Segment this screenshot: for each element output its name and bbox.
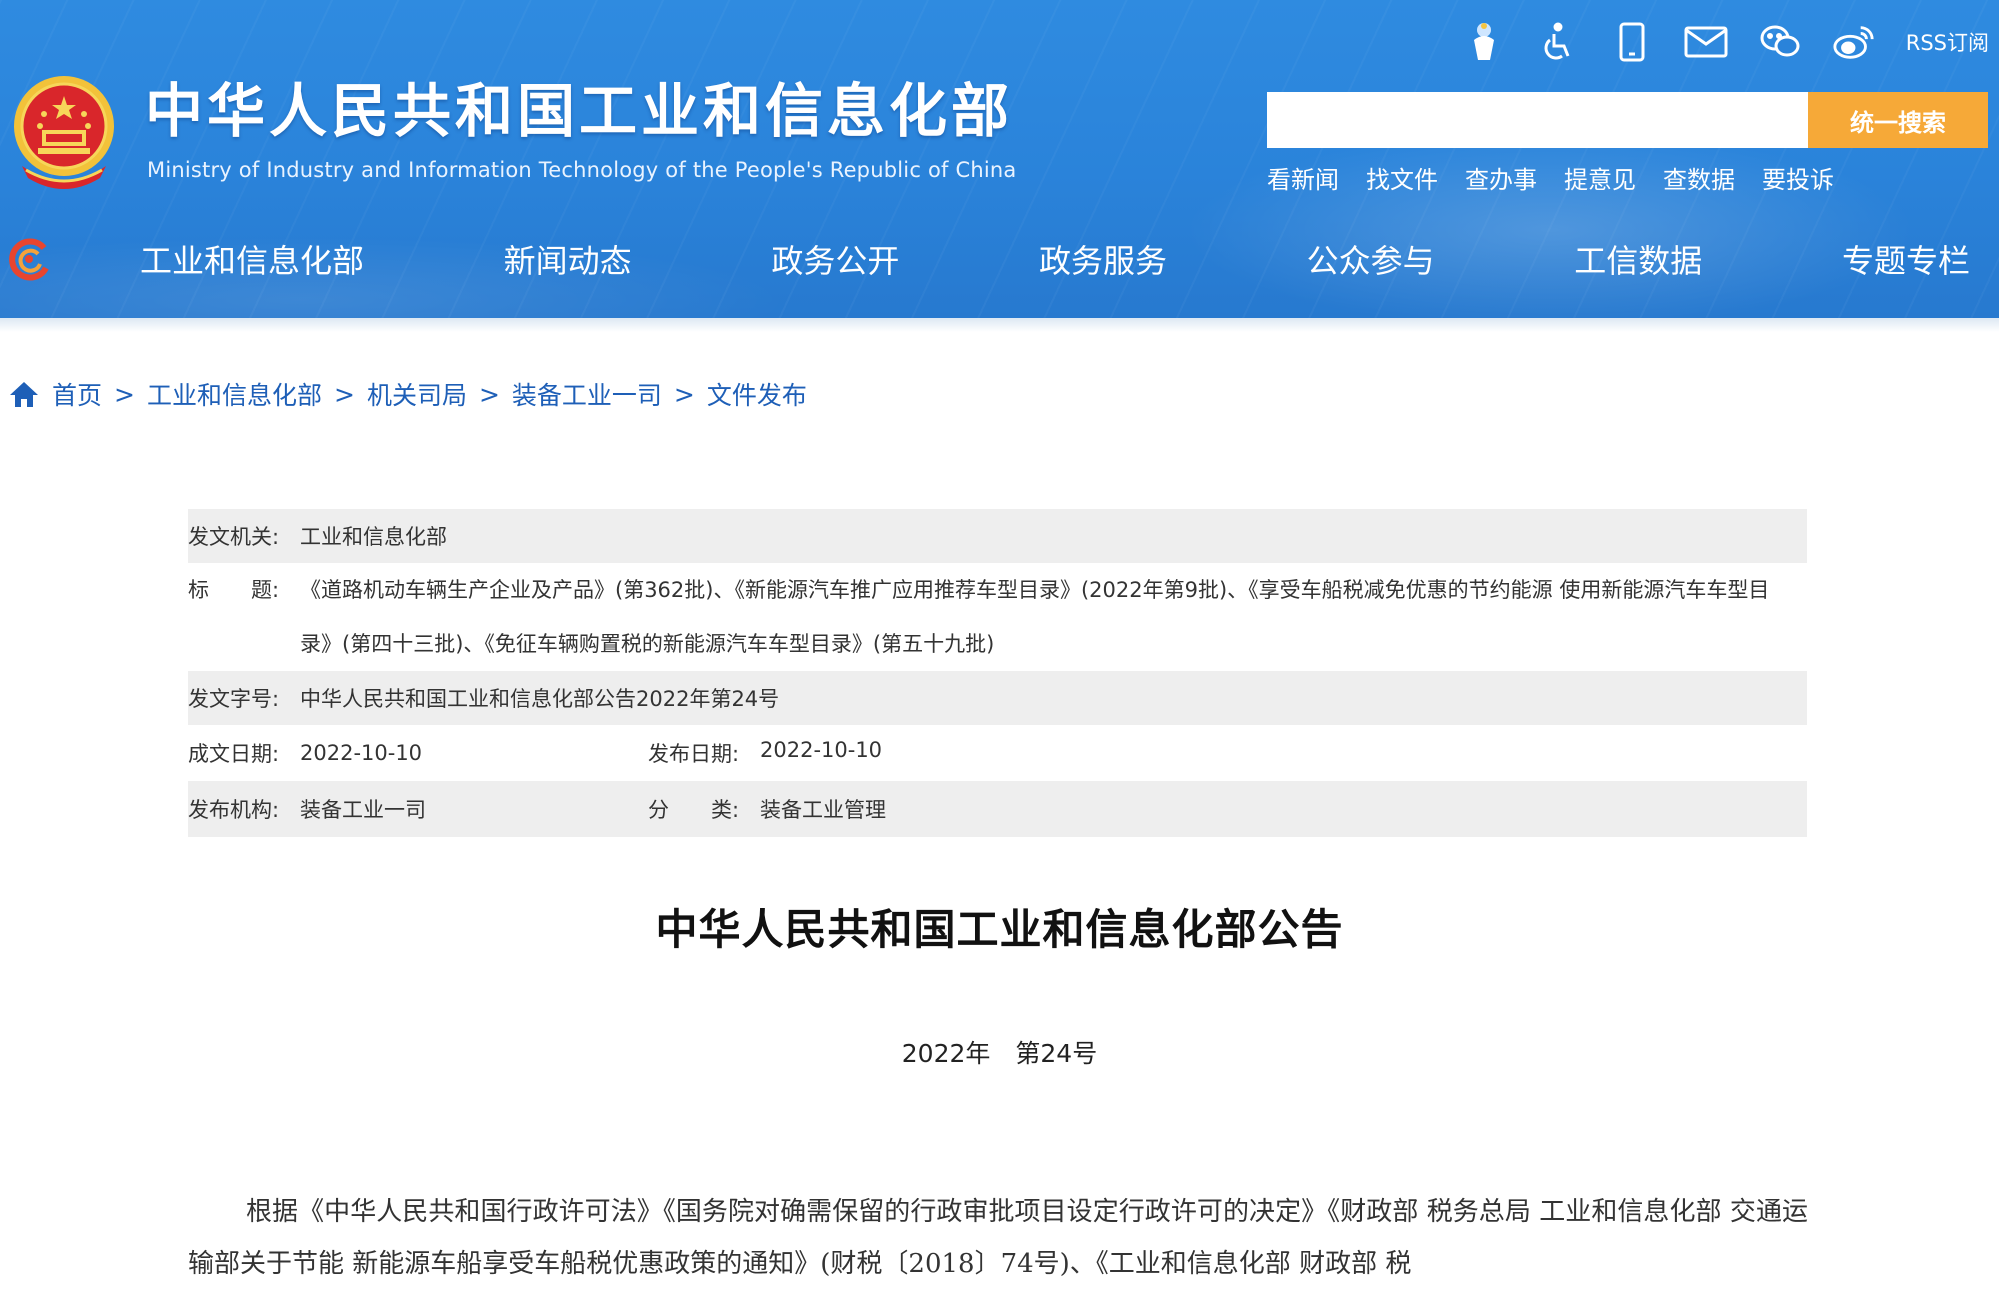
nav-item-ministry[interactable]: 工业和信息化部 bbox=[140, 228, 364, 294]
breadcrumb-separator: > bbox=[478, 379, 500, 409]
home-icon[interactable] bbox=[8, 379, 40, 409]
meta-row-title: 标 题: 《道路机动车辆生产企业及产品》(第362批)、《新能源汽车推广应用推荐… bbox=[188, 563, 1807, 671]
nav-items: 工业和信息化部 新闻动态 政务公开 政务服务 公众参与 工信数据 专题专栏 bbox=[140, 228, 1970, 294]
published-date-label: 发布日期: bbox=[648, 742, 740, 766]
breadcrumb-equipment-dept[interactable]: 装备工业一司 bbox=[512, 376, 662, 412]
breadcrumb: 首页 > 工业和信息化部 > 机关司局 > 装备工业一司 > 文件发布 bbox=[8, 376, 807, 412]
published-date-value: 2022-10-10 bbox=[760, 738, 883, 762]
breadcrumb-ministry[interactable]: 工业和信息化部 bbox=[147, 376, 322, 412]
written-date-label: 成文日期: bbox=[188, 742, 280, 766]
agency-value: 工业和信息化部 bbox=[300, 525, 447, 549]
document-metadata-table: 发文机关: 工业和信息化部 标 题: 《道路机动车辆生产企业及产品》(第362批… bbox=[188, 509, 1807, 837]
quick-links: 看新闻 找文件 查办事 提意见 查数据 要投诉 bbox=[1267, 160, 1834, 195]
nav-item-data[interactable]: 工信数据 bbox=[1574, 228, 1702, 294]
meta-row-agency: 发文机关: 工业和信息化部 bbox=[188, 509, 1807, 563]
breadcrumb-departments[interactable]: 机关司局 bbox=[367, 376, 467, 412]
nav-item-government-affairs[interactable]: 政务公开 bbox=[771, 228, 899, 294]
breadcrumb-separator: > bbox=[114, 379, 135, 409]
quick-link-services[interactable]: 查办事 bbox=[1465, 160, 1537, 195]
quick-link-news[interactable]: 看新闻 bbox=[1267, 160, 1339, 195]
weibo-icon[interactable] bbox=[1832, 20, 1876, 64]
doc-number-value: 中华人民共和国工业和信息化部公告2022年第24号 bbox=[300, 687, 780, 711]
quick-link-feedback[interactable]: 提意见 bbox=[1564, 160, 1636, 195]
wechat-icon[interactable] bbox=[1758, 20, 1802, 64]
agency-label: 发文机关: bbox=[188, 525, 280, 549]
nav-logo-icon[interactable] bbox=[4, 234, 54, 284]
written-date-value: 2022-10-10 bbox=[300, 741, 423, 765]
document-title: 中华人民共和国工业和信息化部公告 bbox=[655, 905, 1344, 954]
main-nav: 工业和信息化部 新闻动态 政务公开 政务服务 公众参与 工信数据 专题专栏 bbox=[0, 228, 1999, 318]
category-value: 装备工业管理 bbox=[760, 798, 886, 822]
breadcrumb-file-release[interactable]: 文件发布 bbox=[707, 376, 807, 412]
national-emblem-icon[interactable] bbox=[8, 74, 120, 192]
org-value: 装备工业一司 bbox=[300, 798, 426, 822]
quick-link-complaint[interactable]: 要投诉 bbox=[1762, 160, 1834, 195]
meta-row-dates: 成文日期: 2022-10-10 发布日期: 2022-10-10 bbox=[188, 725, 1807, 781]
breadcrumb-separator: > bbox=[673, 379, 695, 409]
nav-item-services[interactable]: 政务服务 bbox=[1039, 228, 1167, 294]
published-date-group: 发布日期: 2022-10-10 bbox=[648, 738, 882, 768]
top-toolbar: RSS订阅 bbox=[1462, 18, 1989, 66]
doc-number-label: 发文字号: bbox=[188, 687, 280, 711]
search-button[interactable]: 统一搜索 bbox=[1808, 92, 1988, 148]
category-group: 分 类: 装备工业管理 bbox=[648, 794, 886, 824]
nav-item-public-participation[interactable]: 公众参与 bbox=[1307, 228, 1435, 294]
nav-item-news[interactable]: 新闻动态 bbox=[504, 228, 632, 294]
site-header: 中华人民共和国工业和信息化部 Ministry of Industry and … bbox=[0, 0, 1999, 318]
title-label: 标 题: bbox=[188, 578, 280, 602]
rss-subscribe-link[interactable]: RSS订阅 bbox=[1906, 27, 1989, 57]
document-body-paragraph: 根据《中华人民共和国行政许可法》《国务院对确需保留的行政审批项目设定行政许可的决… bbox=[188, 1197, 1808, 1279]
quick-link-documents[interactable]: 找文件 bbox=[1366, 160, 1438, 195]
quick-link-data[interactable]: 查数据 bbox=[1663, 160, 1735, 195]
mascot-icon[interactable] bbox=[1462, 20, 1506, 64]
site-title[interactable]: 中华人民共和国工业和信息化部 bbox=[145, 82, 1013, 140]
breadcrumb-separator: > bbox=[333, 379, 355, 409]
category-label: 分 类: bbox=[648, 798, 740, 822]
accessibility-icon[interactable] bbox=[1536, 20, 1580, 64]
meta-row-doc-number: 发文字号: 中华人民共和国工业和信息化部公告2022年第24号 bbox=[188, 671, 1807, 725]
document-number: 2022年 第24号 bbox=[901, 1039, 1098, 1068]
meta-row-org: 发布机构: 装备工业一司 分 类: 装备工业管理 bbox=[188, 781, 1807, 837]
breadcrumb-home[interactable]: 首页 bbox=[52, 376, 102, 412]
site-subtitle: Ministry of Industry and Information Tec… bbox=[147, 158, 1017, 182]
mobile-icon[interactable] bbox=[1610, 20, 1654, 64]
header-divider bbox=[0, 318, 1999, 332]
org-label: 发布机构: bbox=[188, 798, 280, 822]
nav-item-special-topics[interactable]: 专题专栏 bbox=[1842, 228, 1970, 294]
search-input[interactable] bbox=[1267, 92, 1809, 148]
mail-icon[interactable] bbox=[1684, 20, 1728, 64]
title-value: 《道路机动车辆生产企业及产品》(第362批)、《新能源汽车推广应用推荐车型目录》… bbox=[300, 578, 1770, 656]
